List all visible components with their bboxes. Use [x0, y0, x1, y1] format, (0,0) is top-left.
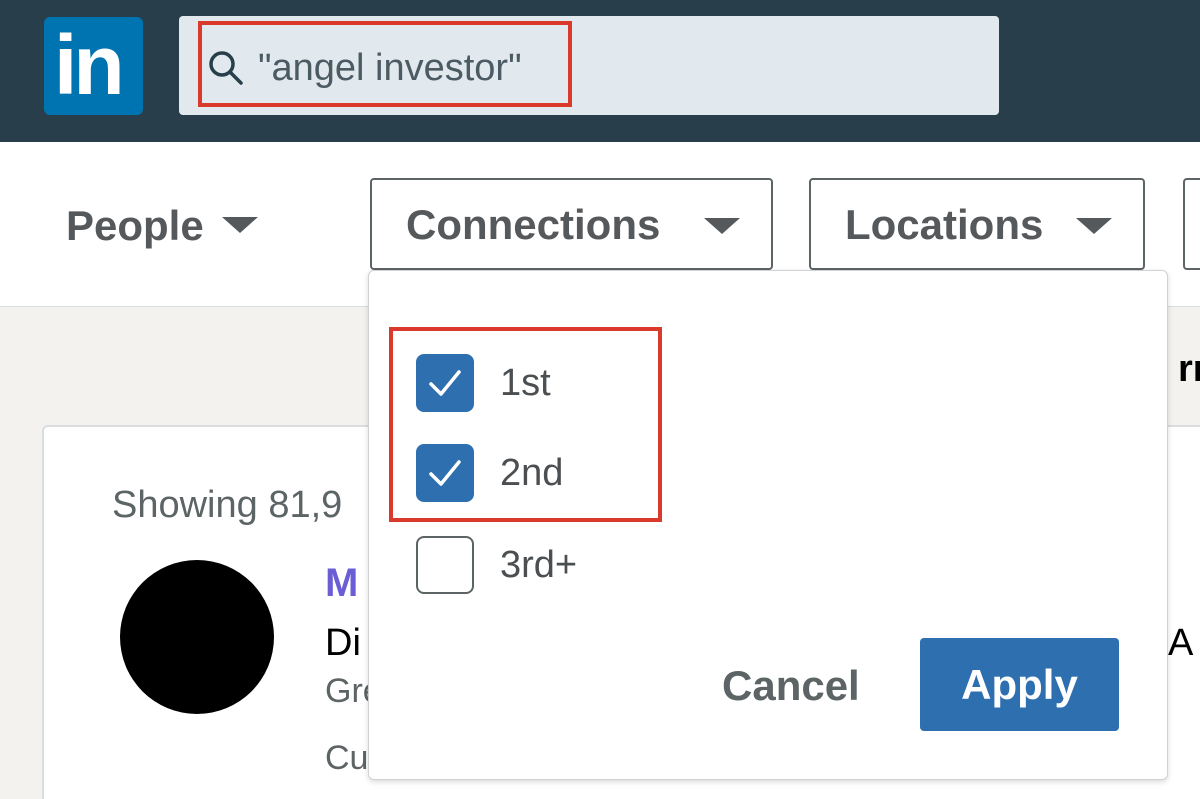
avatar[interactable] — [120, 560, 274, 714]
locations-filter-label: Locations — [845, 201, 1044, 248]
result-name[interactable]: M — [325, 558, 358, 608]
checkbox-unchecked[interactable] — [416, 536, 474, 594]
caret-down-icon — [221, 216, 258, 233]
cancel-button[interactable]: Cancel — [722, 658, 860, 714]
result-current: Cu — [325, 739, 369, 777]
linkedin-logo[interactable]: in — [44, 17, 143, 115]
next-filter-button[interactable] — [1183, 178, 1200, 270]
connections-filter-label: Connections — [406, 201, 661, 248]
option-label: 3rd+ — [500, 544, 578, 586]
people-filter-button[interactable]: People — [66, 200, 258, 252]
result-title: Di — [325, 622, 361, 664]
result-side-text: rn — [1178, 348, 1200, 390]
options-highlight-box — [389, 327, 662, 522]
result-title-continued: A — [1168, 622, 1194, 664]
connections-filter-button[interactable]: Connections — [370, 178, 773, 270]
apply-button[interactable]: Apply — [920, 638, 1119, 731]
results-count: Showing 81,9 — [112, 484, 343, 526]
caret-down-icon — [704, 218, 740, 234]
logo-text: in — [54, 18, 125, 112]
people-filter-label: People — [66, 202, 204, 249]
locations-filter-button[interactable]: Locations — [809, 178, 1145, 270]
search-highlight-box — [198, 21, 572, 107]
caret-down-icon — [1076, 218, 1112, 234]
